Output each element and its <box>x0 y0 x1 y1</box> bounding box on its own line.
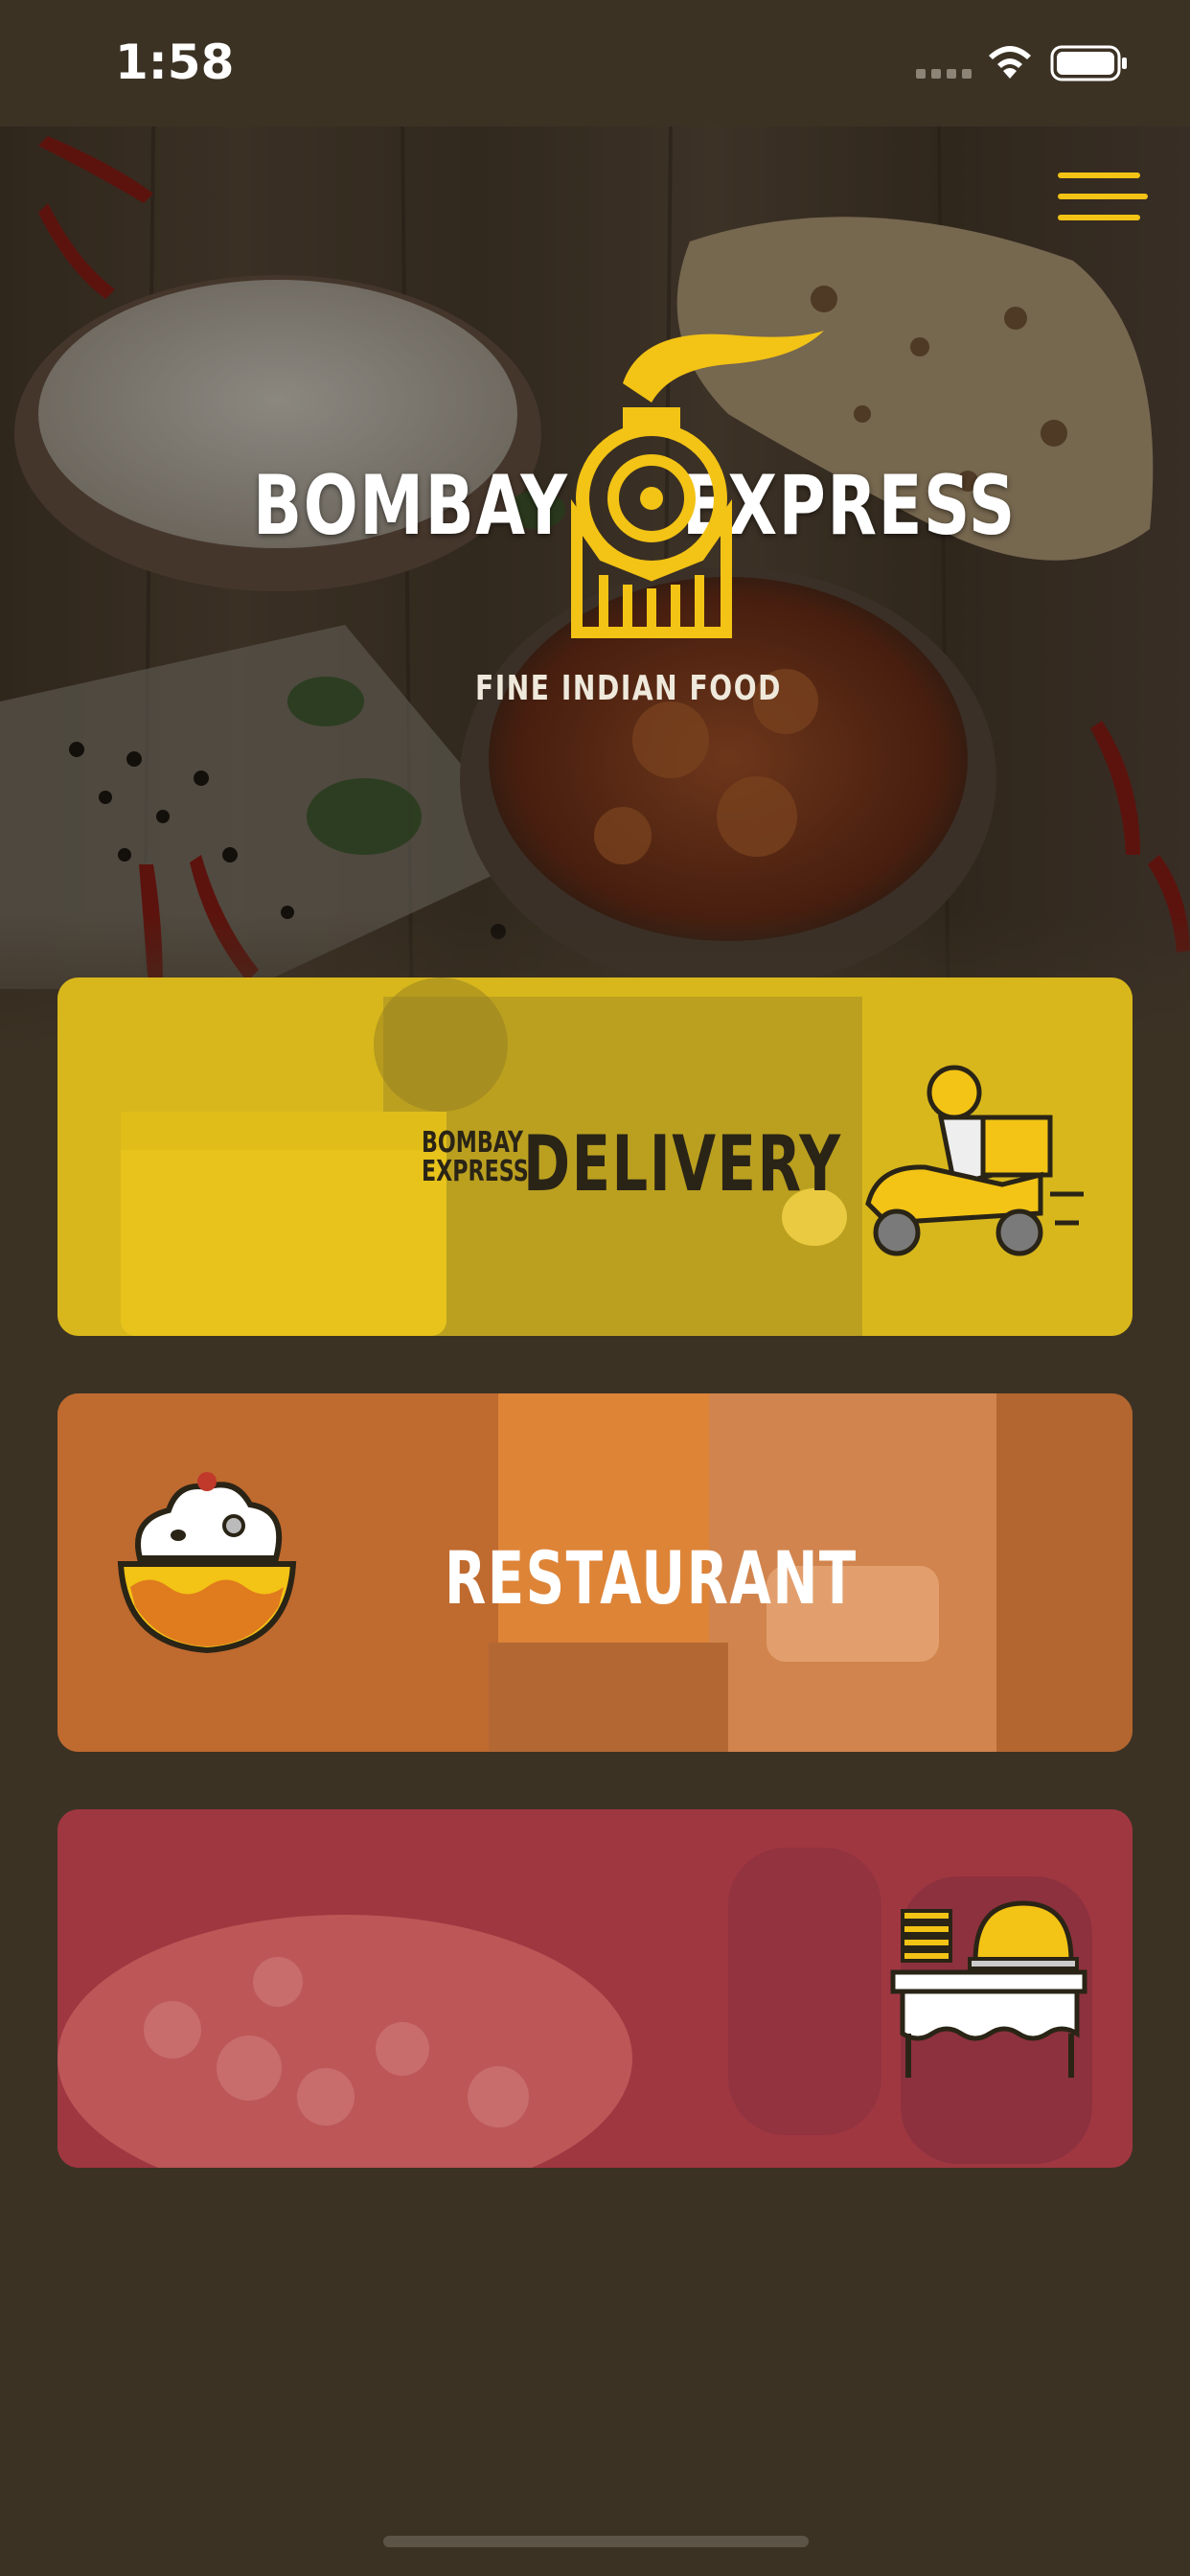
delivery-card[interactable]: BOMBAY EXPRESS DELIVERY <box>57 978 1133 1336</box>
brand-logo: BOMBAY EXPRESS FINE INDIAN FOOD <box>240 316 1015 719</box>
train-engine-icon <box>571 331 824 638</box>
status-bar: 1:58 <box>0 0 1190 126</box>
menu-button[interactable] <box>1058 169 1148 226</box>
battery-icon <box>1050 45 1127 81</box>
delivery-brand-label: BOMBAY EXPRESS <box>422 1126 529 1188</box>
catering-card[interactable] <box>57 1809 1133 2168</box>
rice-bowl-icon <box>117 1472 297 1654</box>
scooter-delivery-icon <box>865 1065 1084 1256</box>
wifi-icon <box>989 46 1031 79</box>
restaurant-card[interactable]: RESTAURANT <box>57 1393 1133 1752</box>
brand-tagline: FINE INDIAN FOOD <box>475 669 782 708</box>
delivery-title: DELIVERY <box>523 1119 842 1208</box>
signal-icon <box>916 69 972 79</box>
catering-buffet-icon <box>890 1900 1087 2078</box>
home-indicator[interactable] <box>383 2536 809 2547</box>
restaurant-title: RESTAURANT <box>445 1535 858 1621</box>
status-time: 1:58 <box>115 34 235 90</box>
